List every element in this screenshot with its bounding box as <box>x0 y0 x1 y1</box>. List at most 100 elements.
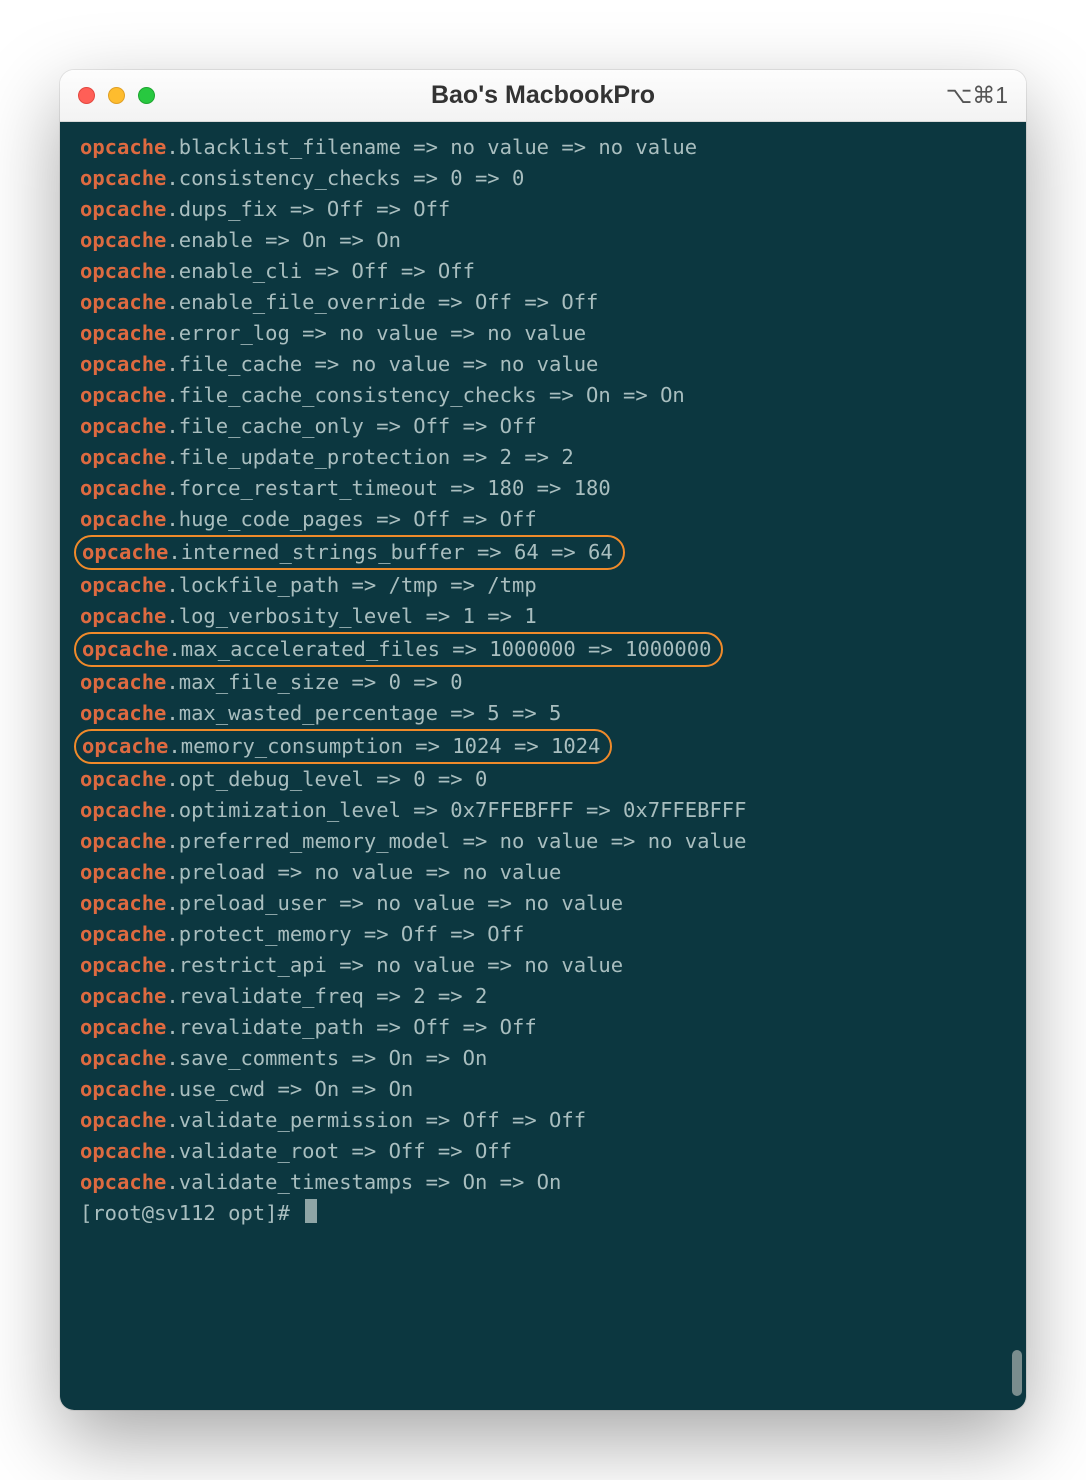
config-value: .file_cache_consistency_checks => On => … <box>166 383 684 407</box>
config-prefix: opcache <box>80 197 166 221</box>
config-line: opcache.validate_timestamps => On => On <box>80 1167 1006 1198</box>
config-value: .preferred_memory_model => no value => n… <box>166 829 746 853</box>
cursor-icon <box>305 1199 317 1223</box>
config-prefix: opcache <box>80 604 166 628</box>
config-line: opcache.file_cache_only => Off => Off <box>80 411 1006 442</box>
zoom-icon[interactable] <box>138 87 155 104</box>
config-prefix: opcache <box>80 1046 166 1070</box>
config-prefix: opcache <box>80 228 166 252</box>
config-value: .optimization_level => 0x7FFEBFFF => 0x7… <box>166 798 746 822</box>
config-value: .restrict_api => no value => no value <box>166 953 623 977</box>
traffic-lights <box>78 87 155 104</box>
config-line: opcache.lockfile_path => /tmp => /tmp <box>80 570 1006 601</box>
config-value: .file_cache => no value => no value <box>166 352 598 376</box>
config-value: .log_verbosity_level => 1 => 1 <box>166 604 536 628</box>
config-prefix: opcache <box>80 383 166 407</box>
config-line: opcache.restrict_api => no value => no v… <box>80 950 1006 981</box>
config-prefix: opcache <box>80 476 166 500</box>
config-line: opcache.consistency_checks => 0 => 0 <box>80 163 1006 194</box>
config-line: opcache.enable_file_override => Off => O… <box>80 287 1006 318</box>
titlebar: Bao's MacbookPro ⌥⌘1 <box>60 70 1026 122</box>
highlighted-setting: opcache.max_accelerated_files => 1000000… <box>74 632 723 667</box>
window-title: Bao's MacbookPro <box>431 81 655 110</box>
config-line: opcache.memory_consumption => 1024 => 10… <box>80 729 1006 764</box>
config-prefix: opcache <box>80 984 166 1008</box>
config-line: opcache.max_file_size => 0 => 0 <box>80 667 1006 698</box>
config-line: opcache.enable => On => On <box>80 225 1006 256</box>
config-value: .opt_debug_level => 0 => 0 <box>166 767 487 791</box>
config-value: .consistency_checks => 0 => 0 <box>166 166 524 190</box>
config-value: .blacklist_filename => no value => no va… <box>166 135 697 159</box>
config-prefix: opcache <box>80 321 166 345</box>
config-line: opcache.file_cache => no value => no val… <box>80 349 1006 380</box>
config-prefix: opcache <box>80 573 166 597</box>
config-prefix: opcache <box>82 637 168 661</box>
terminal-body[interactable]: opcache .blacklist_filename => no value =… <box>60 122 1026 1410</box>
config-value: .revalidate_path => Off => Off <box>166 1015 536 1039</box>
config-value: .max_accelerated_files => 1000000 => 100… <box>168 637 711 661</box>
config-line: opcache.file_cache_consistency_checks =>… <box>80 380 1006 411</box>
config-line: opcache.revalidate_freq => 2 => 2 <box>80 981 1006 1012</box>
config-prefix: opcache <box>80 507 166 531</box>
config-line: opcache.validate_permission => Off => Of… <box>80 1105 1006 1136</box>
config-prefix: opcache <box>80 767 166 791</box>
config-prefix: opcache <box>80 829 166 853</box>
config-line: opcache.enable_cli => Off => Off <box>80 256 1006 287</box>
config-prefix: opcache <box>80 798 166 822</box>
config-value: .lockfile_path => /tmp => /tmp <box>166 573 536 597</box>
config-line: opcache.interned_strings_buffer => 64 =>… <box>80 535 1006 570</box>
config-value: .dups_fix => Off => Off <box>166 197 450 221</box>
config-prefix: opcache <box>80 922 166 946</box>
config-prefix: opcache <box>80 953 166 977</box>
config-line: opcache.opt_debug_level => 0 => 0 <box>80 764 1006 795</box>
config-value: .memory_consumption => 1024 => 1024 <box>168 734 600 758</box>
minimize-icon[interactable] <box>108 87 125 104</box>
config-prefix: opcache <box>80 670 166 694</box>
close-icon[interactable] <box>78 87 95 104</box>
config-prefix: opcache <box>82 540 168 564</box>
config-value: .enable_file_override => Off => Off <box>166 290 598 314</box>
config-line: opcache.huge_code_pages => Off => Off <box>80 504 1006 535</box>
prompt-text: [root@sv112 opt]# <box>80 1201 302 1225</box>
config-line: opcache.save_comments => On => On <box>80 1043 1006 1074</box>
config-prefix: opcache <box>80 445 166 469</box>
config-value: .enable => On => On <box>166 228 401 252</box>
config-prefix: opcache <box>80 414 166 438</box>
config-prefix: opcache <box>80 135 166 159</box>
config-line: opcache.blacklist_filename => no value =… <box>80 132 1006 163</box>
config-prefix: opcache <box>80 1108 166 1132</box>
config-line: opcache.protect_memory => Off => Off <box>80 919 1006 950</box>
config-value: .preload_user => no value => no value <box>166 891 623 915</box>
config-value: .preload => no value => no value <box>166 860 561 884</box>
highlighted-setting: opcache.interned_strings_buffer => 64 =>… <box>74 535 625 570</box>
config-line: opcache.validate_root => Off => Off <box>80 1136 1006 1167</box>
config-line: opcache.error_log => no value => no valu… <box>80 318 1006 349</box>
config-line: opcache.preload => no value => no value <box>80 857 1006 888</box>
scrollbar-thumb[interactable] <box>1012 1350 1022 1396</box>
highlighted-setting: opcache.memory_consumption => 1024 => 10… <box>74 729 612 764</box>
config-line: opcache.revalidate_path => Off => Off <box>80 1012 1006 1043</box>
config-prefix: opcache <box>80 1015 166 1039</box>
config-prefix: opcache <box>80 352 166 376</box>
config-value: .enable_cli => Off => Off <box>166 259 475 283</box>
config-value: .file_update_protection => 2 => 2 <box>166 445 573 469</box>
config-line: opcache.preferred_memory_model => no val… <box>80 826 1006 857</box>
config-prefix: opcache <box>80 290 166 314</box>
config-prefix: opcache <box>80 701 166 725</box>
config-value: .protect_memory => Off => Off <box>166 922 524 946</box>
shell-prompt[interactable]: [root@sv112 opt]# <box>80 1198 1006 1229</box>
config-line: opcache.optimization_level => 0x7FFEBFFF… <box>80 795 1006 826</box>
config-prefix: opcache <box>80 259 166 283</box>
config-value: .file_cache_only => Off => Off <box>166 414 536 438</box>
config-prefix: opcache <box>80 891 166 915</box>
config-value: .validate_timestamps => On => On <box>166 1170 561 1194</box>
terminal-window: Bao's MacbookPro ⌥⌘1 opcache .blacklist_f… <box>60 70 1026 1410</box>
config-value: .error_log => no value => no value <box>166 321 586 345</box>
config-line: opcache.use_cwd => On => On <box>80 1074 1006 1105</box>
config-line: opcache.max_wasted_percentage => 5 => 5 <box>80 698 1006 729</box>
config-value: .huge_code_pages => Off => Off <box>166 507 536 531</box>
config-value: .force_restart_timeout => 180 => 180 <box>166 476 610 500</box>
config-value: .save_comments => On => On <box>166 1046 487 1070</box>
config-value: .use_cwd => On => On <box>166 1077 413 1101</box>
config-value: .revalidate_freq => 2 => 2 <box>166 984 487 1008</box>
